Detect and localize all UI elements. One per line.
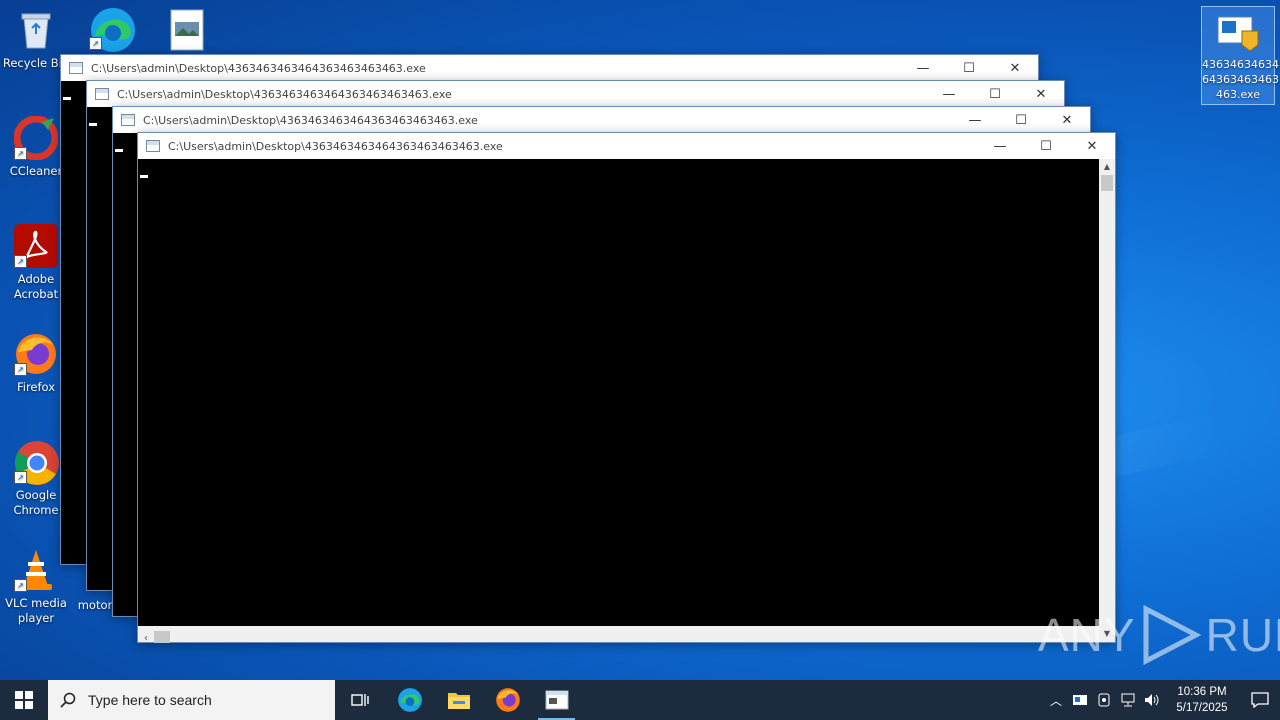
notification-center-icon[interactable] [1240, 680, 1280, 720]
shortcut-arrow-icon: ↗ [14, 471, 27, 484]
edge-icon: ↗ [89, 6, 135, 52]
close-button[interactable]: ✕ [1069, 133, 1115, 159]
tray-device-icon[interactable] [1092, 680, 1116, 720]
scroll-left-arrow-icon[interactable]: ‹ [138, 631, 154, 647]
scroll-up-arrow-icon[interactable]: ▲ [1099, 159, 1115, 175]
console-app-icon [545, 690, 568, 710]
taskbar-clock[interactable]: 10:36 PM 5/17/2025 [1164, 684, 1240, 716]
taskbar-console-button[interactable] [532, 680, 581, 720]
minimize-button[interactable]: — [977, 133, 1023, 159]
system-tray: ︿ 10:36 PM 5/17/2025 [1044, 680, 1280, 720]
close-button[interactable]: ✕ [1018, 81, 1064, 107]
shortcut-arrow-icon: ↗ [14, 147, 27, 160]
taskbar-edge-button[interactable] [385, 680, 434, 720]
show-hidden-icons-chevron-icon[interactable]: ︿ [1044, 680, 1068, 720]
start-button[interactable] [0, 680, 48, 720]
desktop-icon-image-file[interactable] [152, 8, 222, 56]
window-titlebar[interactable]: C:\Users\admin\Desktop\43634634634643634… [113, 107, 1090, 133]
ccleaner-icon: ↗ [13, 115, 59, 161]
anyrun-watermark: ANY RUN [1038, 605, 1280, 665]
console-area[interactable] [138, 159, 1099, 626]
window-titlebar[interactable]: C:\Users\admin\Desktop\43634634634643634… [61, 55, 1038, 81]
chrome-icon: ↗ [14, 440, 59, 485]
shortcut-arrow-icon: ↗ [14, 579, 27, 592]
text-cursor [63, 97, 71, 100]
window-title: C:\Users\admin\Desktop\43634634634643634… [143, 113, 478, 127]
text-cursor [89, 123, 97, 126]
window-title: C:\Users\admin\Desktop\43634634634643634… [91, 61, 426, 75]
close-button[interactable]: ✕ [1044, 107, 1090, 133]
shortcut-arrow-icon: ↗ [14, 255, 27, 268]
text-cursor [115, 149, 123, 152]
firefox-icon: ↗ [14, 332, 58, 376]
desktop-icon-edge[interactable]: ↗ [76, 6, 146, 54]
tray-app-icon[interactable] [1068, 680, 1092, 720]
minimize-button[interactable]: — [900, 55, 946, 81]
windows-logo-icon [15, 691, 33, 709]
console-app-icon [121, 114, 135, 126]
image-file-icon [165, 8, 209, 52]
console-app-icon [69, 62, 83, 74]
shortcut-arrow-icon: ↗ [14, 363, 27, 376]
maximize-button[interactable]: ☐ [946, 55, 992, 81]
edge-icon [397, 688, 422, 712]
taskbar-firefox-button[interactable] [483, 680, 532, 720]
folder-icon [447, 693, 470, 709]
clock-date: 5/17/2025 [1176, 702, 1228, 714]
taskbar: Type here to search ︿ 10:36 PM 5/17/2025 [0, 680, 1280, 720]
search-placeholder: Type here to search [88, 692, 212, 708]
window-titlebar[interactable]: C:\Users\admin\Desktop\43634634634643634… [87, 81, 1064, 107]
watermark-text: RUN [1205, 609, 1280, 661]
acrobat-icon: ↗ [14, 224, 58, 268]
shortcut-arrow-icon: ↗ [89, 37, 102, 50]
console-app-icon [146, 140, 160, 152]
horizontal-scroll-thumb[interactable] [154, 630, 170, 643]
window-title: C:\Users\admin\Desktop\43634634634643634… [168, 139, 503, 153]
horizontal-scrollbar[interactable]: ‹ [138, 626, 1099, 644]
maximize-button[interactable]: ☐ [1023, 133, 1069, 159]
maximize-button[interactable]: ☐ [998, 107, 1044, 133]
firefox-icon [495, 688, 520, 712]
vlc-icon: ↗ [14, 548, 58, 592]
installer-icon [1216, 13, 1260, 57]
vertical-scroll-thumb[interactable] [1101, 175, 1113, 191]
minimize-button[interactable]: — [952, 107, 998, 133]
volume-icon[interactable] [1140, 680, 1164, 720]
watermark-text: ANY [1038, 609, 1136, 661]
recycle-bin-icon [14, 8, 58, 52]
maximize-button[interactable]: ☐ [972, 81, 1018, 107]
desktop-icon-label: 43634634634 64363463463 463.exe [1202, 58, 1279, 101]
vertical-scrollbar[interactable]: ▲ [1099, 159, 1115, 626]
text-cursor [140, 175, 148, 178]
taskbar-file-explorer-button[interactable] [434, 680, 483, 720]
search-icon [60, 692, 76, 708]
window-titlebar[interactable]: C:\Users\admin\Desktop\43634634634643634… [138, 133, 1115, 159]
network-icon[interactable] [1116, 680, 1140, 720]
task-view-icon [350, 694, 369, 706]
taskbar-search-box[interactable]: Type here to search [48, 680, 335, 720]
console-app-icon [95, 88, 109, 100]
console-window-active[interactable]: C:\Users\admin\Desktop\43634634634643634… [137, 132, 1116, 644]
play-logo-icon [1143, 605, 1202, 665]
task-view-button[interactable] [336, 680, 385, 720]
close-button[interactable]: ✕ [992, 55, 1038, 81]
window-title: C:\Users\admin\Desktop\43634634634643634… [117, 87, 452, 101]
clock-time: 10:36 PM [1177, 686, 1227, 698]
minimize-button[interactable]: — [926, 81, 972, 107]
desktop-icon-malware-exe[interactable]: 43634634634 64363463463 463.exe [1201, 6, 1279, 105]
